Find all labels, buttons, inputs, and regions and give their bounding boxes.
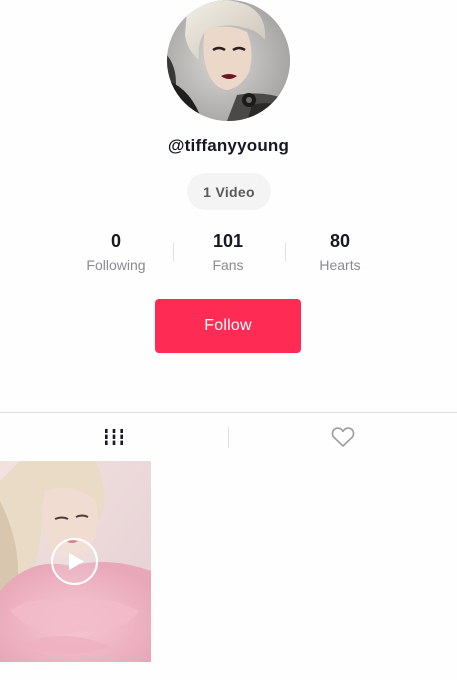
profile-username: @tiffanyyoung [167, 136, 290, 155]
avatar-image [167, 0, 290, 121]
play-icon [51, 538, 98, 585]
tab-liked[interactable] [229, 413, 457, 460]
stat-fans[interactable]: 101 Fans [173, 229, 283, 273]
follow-button[interactable]: Follow [155, 299, 301, 353]
tab-videos[interactable] [0, 413, 228, 460]
profile-page: @tiffanyyoung 1 Video 0 Following 101 Fa… [0, 0, 457, 680]
stat-hearts-label: Hearts [319, 257, 361, 273]
stat-following-label: Following [86, 257, 146, 273]
stat-fans-value: 101 [212, 231, 244, 251]
stat-following[interactable]: 0 Following [61, 229, 171, 273]
videos-grid-icon [103, 428, 125, 445]
profile-tabs [0, 413, 457, 460]
stat-fans-label: Fans [212, 257, 244, 273]
video-count-badge: 1 Video [187, 173, 271, 210]
stat-following-value: 0 [110, 231, 121, 251]
profile-stats: 0 Following 101 Fans 80 Hearts [0, 229, 457, 279]
avatar[interactable] [167, 0, 290, 121]
stat-hearts-value: 80 [329, 231, 351, 251]
video-thumbnail[interactable] [0, 461, 151, 662]
stat-hearts[interactable]: 80 Hearts [285, 229, 395, 273]
heart-outline-icon [331, 426, 355, 447]
video-grid [0, 461, 457, 680]
